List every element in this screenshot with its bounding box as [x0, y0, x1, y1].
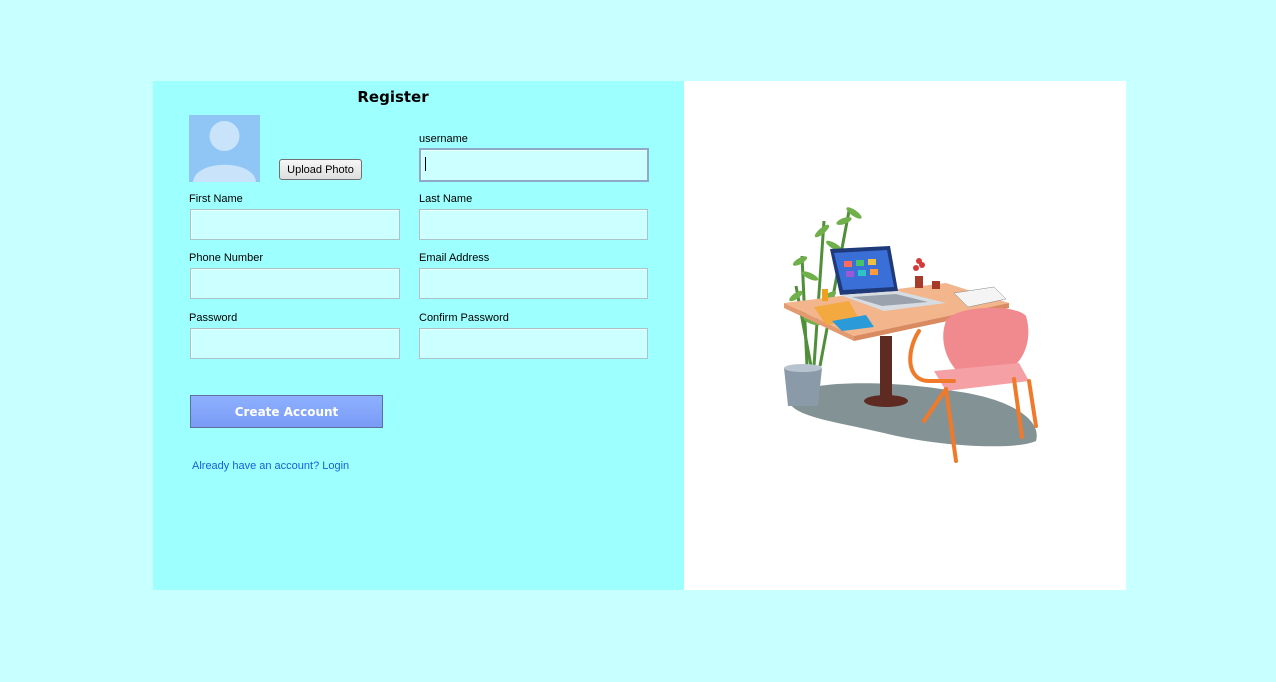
last-name-input[interactable] [419, 209, 648, 240]
confirm-password-label: Confirm Password [419, 312, 509, 324]
phone-number-label: Phone Number [189, 252, 263, 264]
register-form-panel: Register Upload Photo username First Nam… [153, 81, 684, 590]
email-address-label: Email Address [419, 252, 490, 264]
create-account-button[interactable]: Create Account [190, 395, 383, 428]
illustration-panel [684, 81, 1126, 590]
avatar-placeholder-icon [189, 115, 260, 182]
password-input[interactable] [190, 328, 400, 359]
login-link[interactable]: Already have an account? Login [192, 460, 349, 472]
text-caret [425, 157, 426, 171]
username-label: username [419, 133, 468, 145]
password-label: Password [189, 312, 238, 324]
first-name-label: First Name [189, 193, 243, 205]
form-title: Register [357, 88, 429, 106]
desk-illustration-icon [784, 207, 1038, 463]
username-input[interactable] [419, 148, 649, 182]
upload-photo-button[interactable]: Upload Photo [279, 159, 362, 180]
phone-number-input[interactable] [190, 268, 400, 299]
confirm-password-input[interactable] [419, 328, 648, 359]
last-name-label: Last Name [419, 193, 473, 205]
email-address-input[interactable] [419, 268, 648, 299]
first-name-input[interactable] [190, 209, 400, 240]
